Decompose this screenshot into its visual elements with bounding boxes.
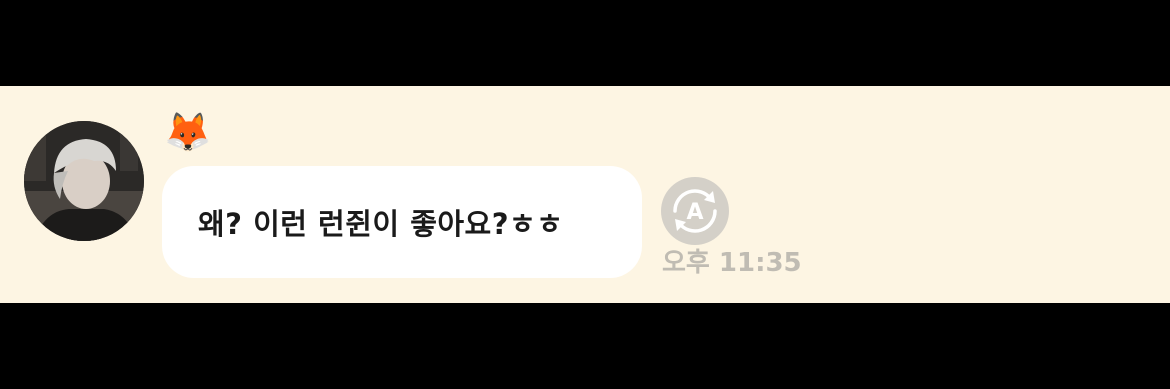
message-bubble[interactable]: 왜? 이런 런쥔이 좋아요?ㅎㅎ (162, 166, 642, 278)
letterbox-bottom (0, 303, 1170, 389)
avatar-photo (24, 121, 144, 241)
sender-avatar[interactable] (24, 121, 144, 241)
message-timestamp: 오후 11:35 (662, 248, 802, 278)
letterbox-top (0, 0, 1170, 86)
translate-letter: A (686, 200, 703, 225)
message-text: 왜? 이런 런쥔이 좋아요?ㅎㅎ (198, 207, 564, 241)
auto-translate-icon: A (673, 189, 717, 233)
translate-button[interactable]: A (661, 177, 729, 245)
sender-name-emoji: 🦊 (164, 110, 212, 154)
